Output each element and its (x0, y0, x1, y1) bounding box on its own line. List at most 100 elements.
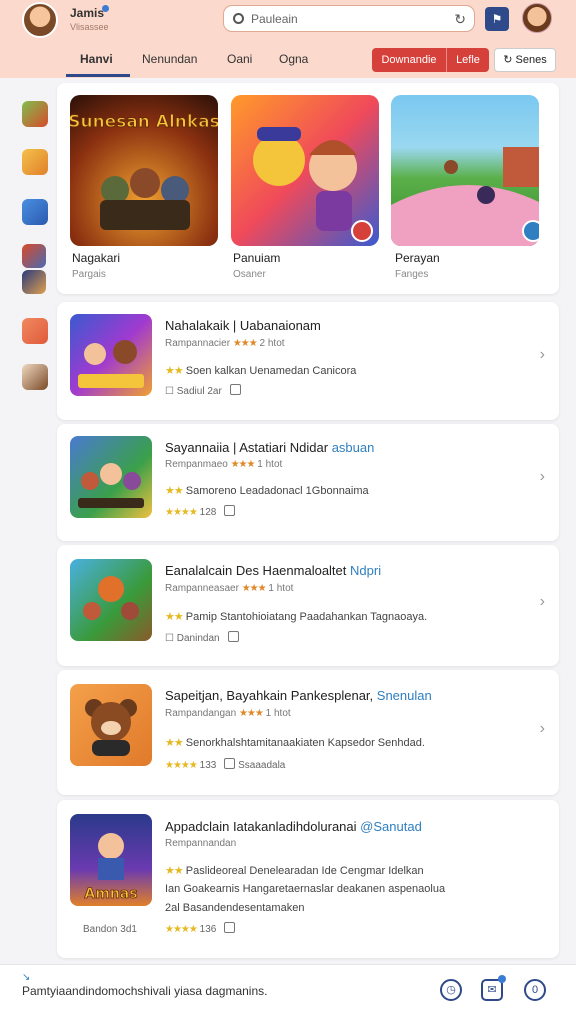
game-thumbnail (70, 559, 152, 641)
rating-stars: ★★★ (241, 583, 267, 594)
rail-game-icon[interactable] (22, 364, 48, 390)
game-developer: Rempanmaeo (165, 459, 228, 470)
game-description: 2al Basandendesentamaken (165, 902, 305, 914)
game-description: ★★ Pamip Stantohioiatang Paadahankan Tag… (165, 610, 427, 623)
rating-value: 136 (199, 924, 217, 935)
refresh-icon[interactable]: ↻ (454, 11, 466, 28)
tab-oani[interactable]: Oani (227, 52, 252, 66)
user-name: Jamis (70, 6, 105, 20)
search-input[interactable]: Pauleain ↻ (223, 5, 475, 32)
game-meta: Rempannandan (165, 838, 237, 849)
rating-stars: ★★★ (238, 708, 264, 719)
tag-icon (224, 758, 236, 769)
thumb-art (85, 699, 137, 756)
clock-icon[interactable]: ◷ (440, 979, 462, 1001)
featured-art-3 (391, 147, 539, 246)
rail-game-icon[interactable] (22, 318, 48, 344)
game-meta: Rempanmaeo ★★★ 1 htot (165, 459, 282, 470)
game-footer-text: Sadiul 2ar (176, 386, 222, 397)
game-footer: ★★★★ 136 (165, 922, 236, 935)
chevron-right-icon[interactable]: › (540, 593, 545, 611)
game-footer-text: Danindan (176, 633, 220, 644)
chevron-right-icon[interactable]: › (540, 720, 545, 738)
game-list-item[interactable]: Eanalalcain Des Haenmaloaltet Ndpri Ramp… (57, 545, 559, 666)
featured-title[interactable]: Nagakari (72, 251, 120, 265)
svg-text:Amnas: Amnas (84, 886, 137, 902)
like-button[interactable]: Lefle (446, 48, 489, 72)
game-description-text: Soen kalkan Uenamedan Canicora (185, 365, 357, 377)
featured-subtitle: Pargais (72, 269, 106, 280)
notification-badge (498, 975, 506, 983)
bottom-status-text: Pamtyiaandindomochshivali yiasa dagmanin… (22, 984, 268, 998)
game-thumbnail (70, 684, 152, 766)
game-title-text: Sapeitjan, Bayahkain Pankesplenar, (165, 688, 374, 703)
game-description-text: Senorkhalshtamitanaakiaten Kapsedor Senh… (185, 737, 425, 749)
game-title-text: Eanalalcain Des Haenmaloaltet (165, 563, 347, 578)
user-avatar[interactable] (22, 2, 58, 38)
rail-game-icon[interactable] (22, 149, 48, 175)
game-description: ★★ Senorkhalshtamitanaakiaten Kapsedor S… (165, 736, 425, 749)
bottom-bar: ↘ Pamtyiaandindomochshivali yiasa dagman… (0, 964, 576, 1024)
game-developer: Rampannacier (165, 338, 231, 349)
star-icon: ★★ (165, 485, 184, 497)
game-title[interactable]: Eanalalcain Des Haenmaloaltet Ndpri (165, 563, 381, 578)
featured-title[interactable]: Panuiam (233, 251, 280, 265)
game-list-item[interactable]: Nahalakaik | Uabanaionam Rampannacier ★★… (57, 302, 559, 420)
featured-card: Sunesan Alnkas Nagakari Pargais Panuiam … (57, 83, 559, 294)
featured-image[interactable] (231, 95, 379, 246)
rating-value: 133 (199, 760, 217, 771)
thumb-art (78, 463, 144, 508)
rating-count: 1 htot (265, 708, 291, 719)
game-title[interactable]: Appadclain Iatakanladihdoluranai @Sanuta… (165, 819, 422, 834)
game-side-label: Bandon 3d1 (83, 924, 137, 935)
profile-avatar[interactable] (522, 3, 552, 33)
featured-subtitle: Fanges (395, 269, 429, 280)
game-meta: Rampandangan ★★★ 1 htot (165, 708, 291, 719)
download-button[interactable]: Downandie (372, 48, 446, 72)
rating-count: 1 htot (257, 459, 283, 470)
rail-game-icon[interactable] (22, 244, 46, 268)
rating-stars: ★★★★ (165, 507, 198, 518)
share-button[interactable]: ↻ Senes (494, 48, 556, 72)
search-value: Pauleain (251, 12, 298, 26)
game-description-text: Samoreno Leadadonacl 1Gbonnaima (185, 485, 369, 497)
star-icon: ★★ (165, 611, 184, 623)
share-icon: ↻ (503, 54, 513, 66)
thumb-art (83, 576, 139, 620)
game-title[interactable]: Nahalakaik | Uabanaionam (165, 318, 321, 333)
featured-art-2 (253, 127, 373, 242)
arrow-icon: ↘ (22, 972, 31, 983)
flag-icon[interactable]: ⚑ (485, 7, 509, 31)
tag-icon (224, 505, 236, 516)
game-description: ★★ Samoreno Leadadonacl 1Gbonnaima (165, 484, 369, 497)
tag-icon (224, 922, 236, 933)
game-list-item[interactable]: Sapeitjan, Bayahkain Pankesplenar, Snenu… (57, 670, 559, 795)
tab-nenundan[interactable]: Nenundan (142, 52, 197, 66)
rating-stars: ★★★★ (165, 924, 198, 935)
game-list-item[interactable]: Sayannaiia | Astatiari Ndidar asbuan Rem… (57, 424, 559, 541)
hand-icon: ☐ (165, 386, 174, 397)
rail-game-icon[interactable] (22, 199, 48, 225)
game-title-text: Appadclain Iatakanladihdoluranai (165, 819, 357, 834)
chevron-right-icon[interactable]: › (540, 468, 545, 486)
featured-image[interactable]: Sunesan Alnkas (70, 95, 218, 246)
game-footer: ☐ Sadiul 2ar (165, 384, 241, 397)
game-developer: Rampandangan (165, 708, 237, 719)
star-icon: ★★ (165, 865, 184, 877)
game-title[interactable]: Sapeitjan, Bayahkain Pankesplenar, Snenu… (165, 688, 432, 703)
game-list-item[interactable]: Amnas Appadclain Iatakanladihdoluranai @… (57, 800, 559, 958)
tab-home[interactable]: Hanvi (80, 52, 113, 66)
game-footer: ☐ Danindan (165, 631, 239, 644)
game-meta: Rampannacier ★★★ 2 htot (165, 338, 285, 349)
featured-title[interactable]: Perayan (395, 251, 440, 265)
game-thumbnail: Amnas (70, 814, 152, 906)
rail-game-icon[interactable] (22, 270, 46, 294)
featured-image[interactable] (391, 95, 539, 246)
chevron-right-icon[interactable]: › (540, 346, 545, 364)
tab-ogna[interactable]: Ogna (279, 52, 308, 66)
info-icon[interactable]: 0 (524, 979, 546, 1001)
game-title[interactable]: Sayannaiia | Astatiari Ndidar asbuan (165, 440, 374, 455)
rail-game-icon[interactable] (22, 101, 48, 127)
rating-count: 1 htot (268, 583, 294, 594)
game-description: Ian Goakearnis Hangaretaernaslar deakane… (165, 883, 446, 895)
